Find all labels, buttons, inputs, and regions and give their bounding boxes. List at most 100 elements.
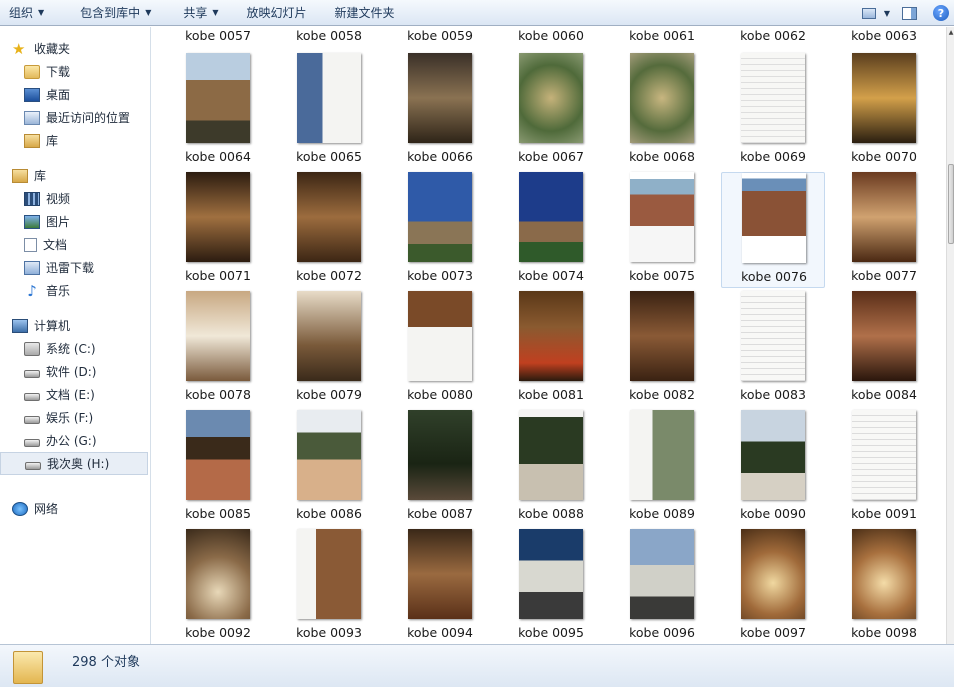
image-thumbnail[interactable] — [519, 529, 583, 619]
file-tile[interactable]: kobe 0089 — [610, 410, 714, 526]
image-thumbnail[interactable] — [852, 410, 916, 500]
nav-item-drive-e[interactable]: 文档 (E:) — [0, 383, 150, 406]
nav-item-drive-g[interactable]: 办公 (G:) — [0, 429, 150, 452]
file-tile[interactable]: kobe 0091 — [832, 410, 936, 526]
image-thumbnail[interactable] — [852, 53, 916, 143]
help-button[interactable]: ? — [928, 2, 954, 24]
scrollbar-thumb[interactable] — [948, 164, 954, 244]
file-tile[interactable]: kobe 0092 — [166, 529, 270, 644]
file-name-label[interactable]: kobe 0063 — [829, 28, 939, 43]
file-tile[interactable]: kobe 0077 — [832, 172, 936, 288]
nav-item-drive-d[interactable]: 软件 (D:) — [0, 360, 150, 383]
nav-item-documents[interactable]: 文档 — [0, 233, 150, 256]
image-thumbnail[interactable] — [186, 172, 250, 262]
file-tile[interactable]: kobe 0067 — [499, 53, 603, 169]
image-thumbnail[interactable] — [741, 529, 805, 619]
file-name-label[interactable]: kobe 0060 — [496, 28, 606, 43]
file-tile[interactable]: kobe 0088 — [499, 410, 603, 526]
image-thumbnail[interactable] — [519, 53, 583, 143]
file-tile[interactable]: kobe 0085 — [166, 410, 270, 526]
nav-item-desktop[interactable]: 桌面 — [0, 83, 150, 106]
image-thumbnail[interactable] — [852, 529, 916, 619]
file-tile[interactable]: kobe 0097 — [721, 529, 825, 644]
image-thumbnail[interactable] — [630, 291, 694, 381]
file-tile[interactable]: kobe 0076 — [721, 172, 825, 288]
nav-computer[interactable]: 计算机 — [0, 314, 150, 337]
file-tile[interactable]: kobe 0065 — [277, 53, 381, 169]
nav-item-music[interactable]: ♪ 音乐 — [0, 279, 150, 302]
new-folder-button[interactable]: 新建文件夹 — [326, 2, 404, 24]
file-tile[interactable]: kobe 0087 — [388, 410, 492, 526]
organize-button[interactable]: 组织 ▼ — [0, 2, 53, 24]
change-view-button[interactable] — [856, 2, 882, 24]
image-thumbnail[interactable] — [186, 53, 250, 143]
image-thumbnail[interactable] — [297, 53, 361, 143]
image-thumbnail[interactable] — [186, 529, 250, 619]
image-thumbnail[interactable] — [408, 529, 472, 619]
file-tile[interactable]: kobe 0080 — [388, 291, 492, 407]
image-thumbnail[interactable] — [630, 529, 694, 619]
include-library-button[interactable]: 包含到库中 ▼ — [71, 2, 160, 24]
file-tile[interactable]: kobe 0078 — [166, 291, 270, 407]
file-tile[interactable]: kobe 0082 — [610, 291, 714, 407]
file-tile[interactable]: kobe 0083 — [721, 291, 825, 407]
file-name-label[interactable]: kobe 0058 — [274, 28, 384, 43]
image-thumbnail[interactable] — [519, 291, 583, 381]
image-thumbnail[interactable] — [519, 410, 583, 500]
image-thumbnail[interactable] — [630, 410, 694, 500]
image-thumbnail[interactable] — [297, 410, 361, 500]
file-name-label[interactable]: kobe 0057 — [163, 28, 273, 43]
slideshow-button[interactable]: 放映幻灯片 — [238, 2, 316, 24]
image-thumbnail[interactable] — [742, 173, 806, 263]
file-tile[interactable]: kobe 0093 — [277, 529, 381, 644]
nav-item-downloads[interactable]: 下载 — [0, 60, 150, 83]
file-tile[interactable]: kobe 0073 — [388, 172, 492, 288]
file-tile[interactable]: kobe 0068 — [610, 53, 714, 169]
file-tile[interactable]: kobe 0086 — [277, 410, 381, 526]
file-tile[interactable]: kobe 0075 — [610, 172, 714, 288]
file-name-label[interactable]: kobe 0062 — [718, 28, 828, 43]
image-thumbnail[interactable] — [297, 529, 361, 619]
image-thumbnail[interactable] — [630, 172, 694, 262]
image-thumbnail[interactable] — [852, 172, 916, 262]
nav-item-recent-places[interactable]: 最近访问的位置 — [0, 106, 150, 129]
file-tile[interactable]: kobe 0064 — [166, 53, 270, 169]
nav-item-drive-h[interactable]: 我次奥 (H:) — [0, 452, 148, 475]
nav-item-thunder-downloads[interactable]: 迅雷下载 — [0, 256, 150, 279]
file-tile[interactable]: kobe 0070 — [832, 53, 936, 169]
file-tile[interactable]: kobe 0094 — [388, 529, 492, 644]
file-tile[interactable]: kobe 0098 — [832, 529, 936, 644]
vertical-scrollbar[interactable]: ▲ — [946, 27, 954, 644]
nav-item-library-shortcut[interactable]: 库 — [0, 129, 150, 152]
share-button[interactable]: 共享 ▼ — [174, 2, 227, 24]
file-tile[interactable]: kobe 0071 — [166, 172, 270, 288]
nav-network[interactable]: 网络 — [0, 497, 150, 520]
nav-item-drive-f[interactable]: 娱乐 (F:) — [0, 406, 150, 429]
preview-pane-button[interactable] — [896, 2, 922, 24]
nav-favorites[interactable]: ★ 收藏夹 — [0, 37, 150, 60]
image-thumbnail[interactable] — [408, 291, 472, 381]
image-thumbnail[interactable] — [741, 53, 805, 143]
file-tile[interactable]: kobe 0079 — [277, 291, 381, 407]
scroll-up-icon[interactable]: ▲ — [947, 29, 954, 36]
image-thumbnail[interactable] — [408, 410, 472, 500]
file-tile[interactable]: kobe 0081 — [499, 291, 603, 407]
file-tile[interactable]: kobe 0090 — [721, 410, 825, 526]
image-thumbnail[interactable] — [408, 53, 472, 143]
nav-item-videos[interactable]: 视频 — [0, 187, 150, 210]
file-tile[interactable]: kobe 0096 — [610, 529, 714, 644]
image-thumbnail[interactable] — [519, 172, 583, 262]
image-thumbnail[interactable] — [408, 172, 472, 262]
image-thumbnail[interactable] — [186, 410, 250, 500]
image-thumbnail[interactable] — [297, 291, 361, 381]
views-dropdown-icon[interactable]: ▼ — [884, 9, 890, 18]
nav-libraries[interactable]: 库 — [0, 164, 150, 187]
image-thumbnail[interactable] — [852, 291, 916, 381]
file-tile[interactable]: kobe 0066 — [388, 53, 492, 169]
file-tile[interactable]: kobe 0072 — [277, 172, 381, 288]
image-thumbnail[interactable] — [297, 172, 361, 262]
image-thumbnail[interactable] — [741, 291, 805, 381]
file-tile[interactable]: kobe 0095 — [499, 529, 603, 644]
file-name-label[interactable]: kobe 0061 — [607, 28, 717, 43]
image-thumbnail[interactable] — [741, 410, 805, 500]
